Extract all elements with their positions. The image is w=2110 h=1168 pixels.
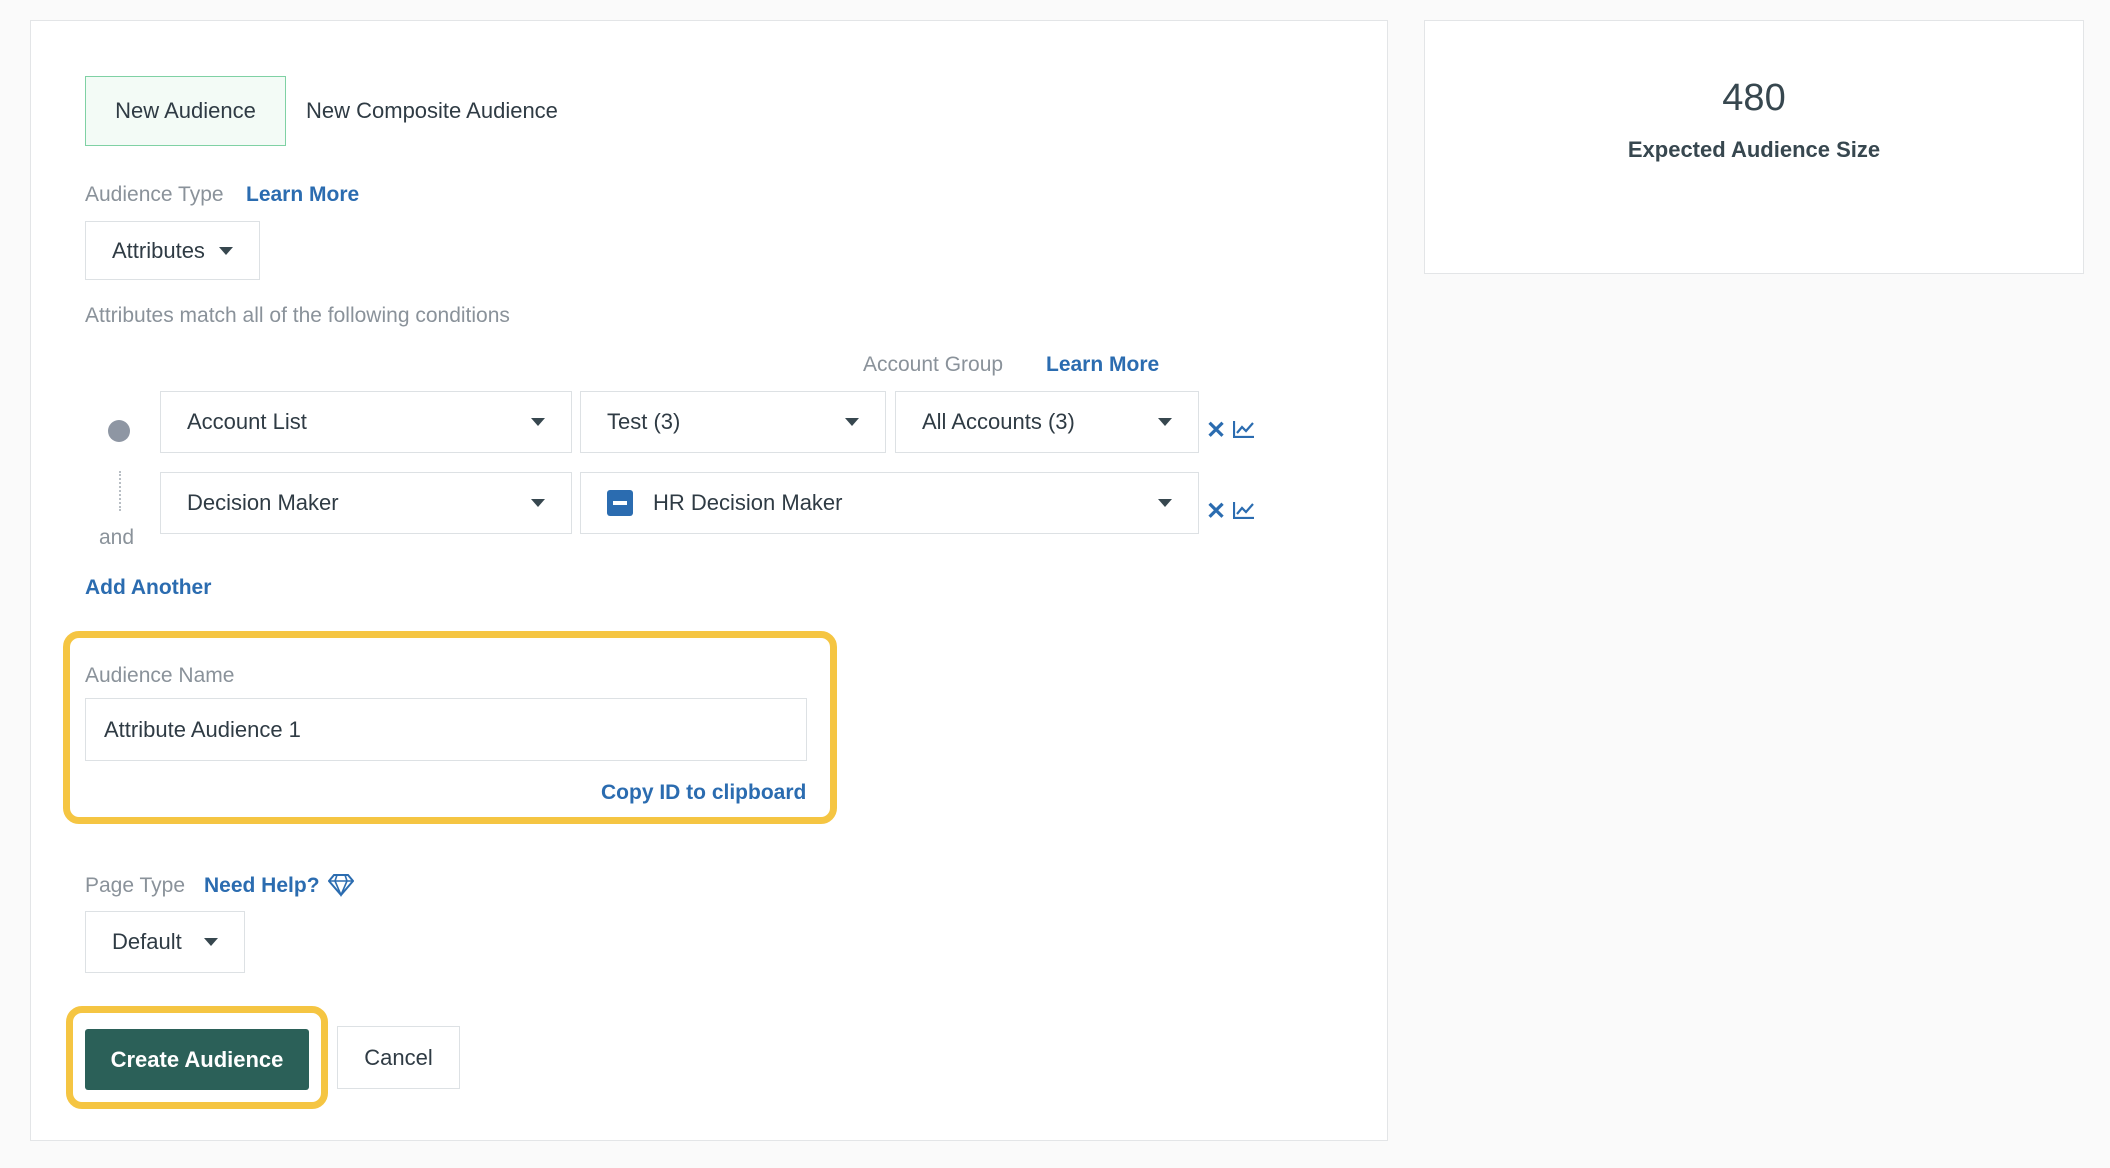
create-audience-button[interactable]: Create Audience [85,1029,309,1090]
chevron-down-icon [845,418,859,426]
cancel-button[interactable]: Cancel [337,1026,460,1089]
chevron-down-icon [531,418,545,426]
conditions-description: Attributes match all of the following co… [85,304,510,327]
condition-1-field-dropdown[interactable]: Account List [160,391,572,453]
chevron-down-icon [1158,499,1172,507]
audience-name-value: Attribute Audience 1 [104,716,301,742]
need-help-link[interactable]: Need Help? [204,874,320,898]
audience-name-label: Audience Name [85,664,235,687]
condition-2-value-dropdown[interactable]: HR Decision Maker [580,472,1199,534]
cancel-label: Cancel [364,1044,433,1070]
diamond-icon[interactable] [328,873,354,897]
page-type-selected: Default [112,929,182,954]
condition-1-account-group-dropdown[interactable]: All Accounts (3) [895,391,1199,453]
expected-audience-count: 480 [1722,77,1786,119]
condition-connector-and: and [99,526,135,549]
tab-new-audience[interactable]: New Audience [85,76,286,146]
remove-condition-2-icon[interactable]: ✕ [1206,500,1226,524]
expected-audience-size-label: Expected Audience Size [1627,137,1881,162]
partial-checkbox-icon[interactable] [607,490,633,516]
condition-bullet-icon [108,420,130,442]
add-another-link[interactable]: Add Another [85,576,211,600]
account-group-learn-more-link[interactable]: Learn More [1046,353,1159,377]
condition-1-field: Account List [187,409,307,434]
chevron-down-icon [1158,418,1172,426]
page-type-dropdown[interactable]: Default [85,911,245,973]
tab-new-audience-label: New Audience [115,98,256,123]
chevron-down-icon [531,499,545,507]
condition-connector-line [119,471,121,511]
condition-2-field: Decision Maker [187,490,339,515]
page-type-label: Page Type [85,874,186,897]
condition-2-field-dropdown[interactable]: Decision Maker [160,472,572,534]
condition-1-chart-icon[interactable] [1233,420,1255,438]
account-group-label: Account Group [863,353,1004,376]
create-audience-label: Create Audience [110,1046,284,1072]
audience-size-panel: 480 Expected Audience Size [1424,20,2084,274]
tab-new-composite-audience[interactable]: New Composite Audience [306,98,558,124]
condition-2-value: HR Decision Maker [653,490,843,515]
copy-id-link[interactable]: Copy ID to clipboard [601,781,806,805]
audience-form-panel: New Audience New Composite Audience Audi… [30,20,1388,1141]
audience-type-learn-more-link[interactable]: Learn More [246,183,359,207]
condition-1-value-dropdown[interactable]: Test (3) [580,391,886,453]
audience-name-input[interactable]: Attribute Audience 1 [85,698,807,761]
audience-type-dropdown[interactable]: Attributes [85,221,260,280]
condition-1-value: Test (3) [607,409,681,434]
remove-condition-1-icon[interactable]: ✕ [1206,419,1226,443]
condition-2-chart-icon[interactable] [1233,501,1255,519]
chevron-down-icon [219,246,233,255]
chevron-down-icon [204,938,218,946]
condition-1-account-group: All Accounts (3) [922,409,1075,434]
audience-type-label: Audience Type [85,183,224,206]
audience-type-selected: Attributes [112,237,205,263]
